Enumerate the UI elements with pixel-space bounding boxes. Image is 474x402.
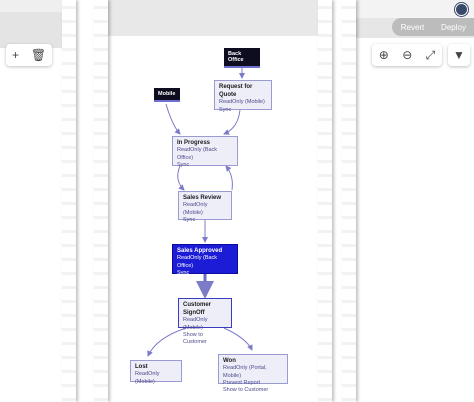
- node-lost[interactable]: Lost ReadOnly (Mobile): [130, 360, 182, 385]
- node-title: Request for Quote: [219, 84, 253, 99]
- revert-deploy-group: Revert Deploy: [392, 18, 474, 36]
- workflow-canvas: Back Office Mobile Request for Quote Rea…: [100, 0, 326, 402]
- node-title: Sales Review: [183, 195, 222, 201]
- start-mobile[interactable]: Mobile: [154, 88, 180, 102]
- node-won[interactable]: Won ReadOnly (Portal, Mobile) Prevent Re…: [218, 354, 288, 393]
- node-sales-review[interactable]: Sales Review ReadOnly (Mobile) Sync: [178, 191, 232, 223]
- node-line: ReadOnly (Back Office): [177, 147, 218, 161]
- torn-edge-right: [342, 0, 356, 402]
- start-back-office[interactable]: Back Office: [224, 48, 260, 68]
- node-line: Prevent Report: [223, 379, 260, 386]
- zoom-tool-group: ⊕ ⊖ ⤢: [372, 44, 442, 66]
- node-request-for-quote[interactable]: Request for Quote ReadOnly (Mobile) Sync: [214, 80, 272, 113]
- filter-button[interactable]: ▼: [448, 44, 470, 66]
- torn-edge-left: [62, 0, 76, 402]
- revert-button[interactable]: Revert: [392, 23, 433, 32]
- torn-edge-center-right: [318, 0, 332, 402]
- node-line: ReadOnly (Mobile): [183, 202, 208, 216]
- node-line: ReadOnly (Mobile): [183, 317, 208, 331]
- node-in-progress[interactable]: In Progress ReadOnly (Back Office) Sync: [172, 136, 238, 168]
- filter-icon: ▼: [453, 48, 465, 62]
- node-line: ReadOnly (Portal, Mobile): [223, 365, 267, 379]
- deploy-button[interactable]: Deploy: [433, 23, 474, 32]
- node-line: Show to Customer: [183, 332, 207, 346]
- zoom-in-icon[interactable]: ⊕: [379, 49, 389, 61]
- node-title: Customer SignOff: [183, 302, 212, 317]
- node-title: In Progress: [177, 140, 211, 146]
- node-line: ReadOnly (Back Office): [177, 255, 218, 269]
- left-tool-group: + 🗑: [6, 44, 52, 66]
- node-sales-approved[interactable]: Sales Approved ReadOnly (Back Office) Sy…: [172, 244, 238, 276]
- right-panel: Revert Deploy ⊕ ⊖ ⤢ ▼: [350, 0, 474, 402]
- torn-edge-center-left: [94, 0, 108, 402]
- user-avatar-icon[interactable]: [455, 3, 468, 16]
- zoom-out-icon[interactable]: ⊖: [402, 49, 412, 61]
- node-line: ReadOnly (Mobile): [135, 371, 160, 385]
- node-line: ReadOnly (Mobile): [219, 99, 265, 106]
- arrow-mobile-to-inprogress: [165, 103, 181, 135]
- node-title: Won: [223, 358, 236, 364]
- arrow-signoff-to-lost: [147, 327, 187, 357]
- node-title: Sales Approved: [177, 248, 223, 254]
- add-icon[interactable]: +: [12, 49, 19, 61]
- node-line: Sync: [177, 161, 190, 168]
- node-line: Sync: [177, 269, 190, 276]
- node-customer-signoff[interactable]: Customer SignOff ReadOnly (Mobile) Show …: [178, 298, 232, 345]
- arrow-salesreview-to-inprogress: [225, 165, 233, 191]
- delete-icon[interactable]: 🗑: [31, 49, 46, 61]
- arrow-inprogress-to-salesreview: [177, 165, 185, 191]
- node-line: Sync: [219, 106, 232, 113]
- arrow-signoff-to-won: [223, 327, 253, 351]
- fit-screen-icon[interactable]: ⤢: [426, 49, 436, 61]
- node-title: Lost: [135, 364, 148, 370]
- node-line: Sync: [183, 216, 196, 223]
- node-line: Show to Customer: [223, 387, 269, 394]
